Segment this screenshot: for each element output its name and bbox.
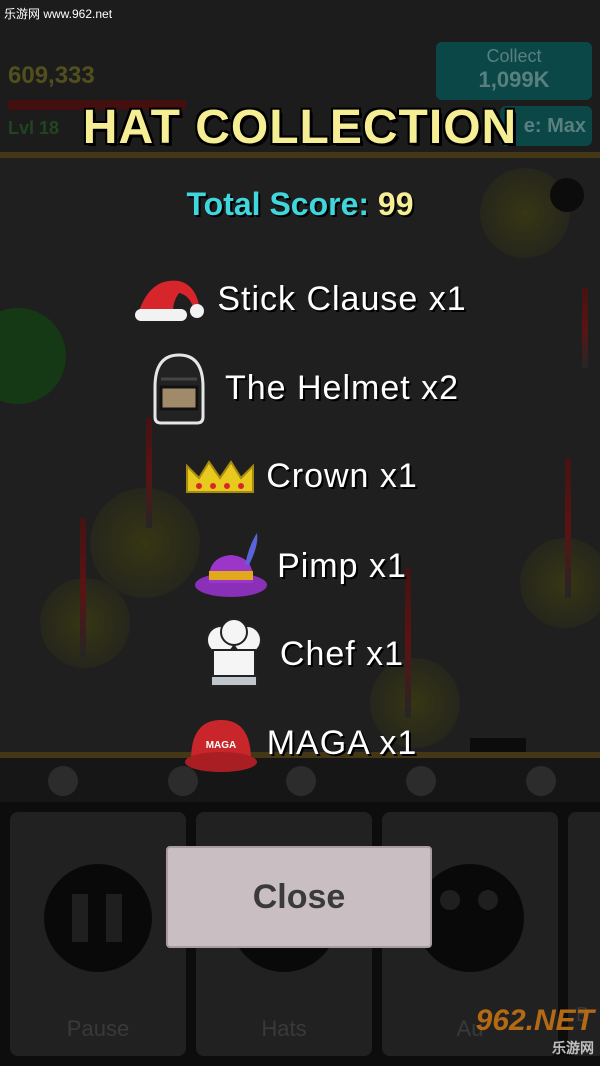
modal-title: HAT COLLECTION	[82, 101, 518, 154]
hat-label: The Helmet x2	[224, 368, 460, 407]
maga-cap-icon: MAGA	[183, 705, 259, 781]
crown-icon	[182, 438, 258, 514]
santa-hat-icon	[133, 261, 209, 337]
hat-row-crown: Crown x1	[0, 436, 600, 516]
hat-row-the-helmet: The Helmet x2	[0, 348, 600, 428]
hat-label: Chef x1	[279, 634, 405, 673]
chef-hat-icon	[196, 616, 272, 692]
total-score-value: 99	[377, 186, 414, 222]
total-score: Total Score: 99	[0, 186, 600, 223]
hat-label: Pimp x1	[277, 546, 407, 585]
hat-label: MAGA x1	[266, 723, 418, 762]
total-score-label: Total Score:	[186, 186, 370, 222]
hat-label: Crown x1	[266, 456, 418, 495]
top-strip: 乐游网 www.962.net	[0, 0, 600, 28]
hat-row-pimp: Pimp x1	[0, 526, 600, 606]
site-watermark: 乐游网 www.962.net	[4, 7, 113, 21]
cap-text: MAGA	[205, 740, 236, 751]
close-button[interactable]: Close	[166, 846, 432, 948]
hat-row-maga: MAGA MAGA x1	[0, 703, 600, 783]
hat-label: Stick Clause x1	[217, 279, 467, 318]
pimp-hat-icon	[193, 528, 269, 604]
hat-row-chef: Chef x1	[0, 614, 600, 694]
hat-row-stick-clause: Stick Clause x1	[0, 259, 600, 339]
helmet-icon	[141, 350, 217, 426]
